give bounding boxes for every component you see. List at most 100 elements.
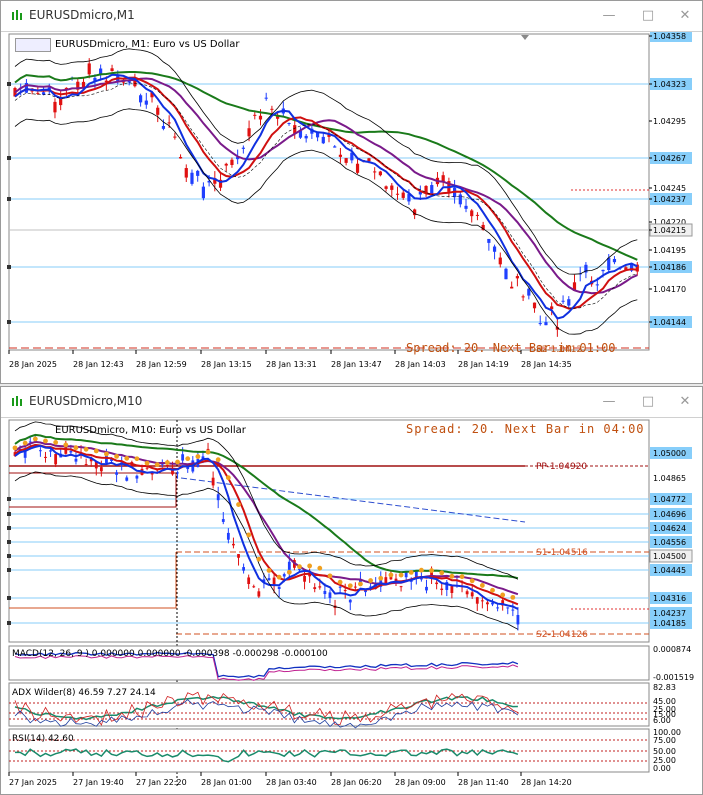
price-chart[interactable]: 1.04358 1.04323 1.04295 1.04267 1.04245 1.042… bbox=[1, 32, 702, 383]
parabolic-sar-dot bbox=[398, 572, 404, 578]
time-label: 28 Jan 12:59 bbox=[136, 360, 187, 369]
price-chart[interactable]: PP-1.04920S1-1.04516S2-1.041261.050301.0… bbox=[1, 418, 702, 794]
parabolic-sar-dot bbox=[73, 445, 79, 451]
candle-body bbox=[390, 185, 394, 190]
price-label: 1.04445 bbox=[653, 566, 686, 575]
level-marker bbox=[7, 320, 11, 324]
candle-body bbox=[480, 600, 484, 602]
candle-body bbox=[343, 590, 347, 592]
parabolic-sar-dot bbox=[307, 563, 313, 569]
candle-body bbox=[156, 107, 160, 115]
window-titlebar[interactable]: EURUSDmicro,M1 — □ ✕ bbox=[1, 1, 702, 32]
price-label: 1.04267 bbox=[653, 154, 686, 163]
candle-body bbox=[348, 599, 352, 603]
candle-body bbox=[353, 586, 357, 588]
parabolic-sar-dot bbox=[317, 565, 323, 571]
candle-body bbox=[257, 591, 261, 597]
window-title: EURUSDmicro,M1 bbox=[29, 8, 135, 22]
spread-info: Spread: 20. Next Bar in 01:00 bbox=[406, 341, 616, 355]
parabolic-sar-dot bbox=[53, 439, 59, 445]
parabolic-sar-dot bbox=[43, 438, 48, 444]
level-marker bbox=[7, 512, 11, 516]
parabolic-sar-dot bbox=[479, 583, 485, 588]
candle-body bbox=[384, 186, 388, 189]
candle-body bbox=[607, 257, 611, 271]
price-label: 1.04215 bbox=[653, 226, 686, 235]
candle-body bbox=[173, 136, 177, 138]
parabolic-sar-dot bbox=[429, 568, 434, 573]
candle-body bbox=[99, 467, 103, 472]
level-marker bbox=[7, 497, 11, 501]
candle-body bbox=[54, 454, 58, 465]
candle-body bbox=[232, 543, 235, 546]
candle-body bbox=[344, 158, 348, 163]
candle-body bbox=[145, 467, 149, 469]
candle-body bbox=[465, 591, 469, 595]
candle-body bbox=[166, 464, 169, 467]
s1-label: S1-1.04516 bbox=[536, 548, 588, 558]
parabolic-sar-dot bbox=[347, 583, 353, 589]
candle-body bbox=[470, 592, 474, 597]
parabolic-sar-dot bbox=[83, 446, 89, 452]
close-button[interactable]: ✕ bbox=[675, 393, 695, 411]
candle-body bbox=[318, 586, 322, 588]
candle-body bbox=[135, 475, 139, 479]
candle-body bbox=[139, 95, 143, 103]
maximize-button[interactable]: □ bbox=[638, 393, 658, 411]
level-marker bbox=[7, 568, 11, 572]
candle-body bbox=[538, 323, 542, 325]
candle-body bbox=[313, 587, 317, 590]
maximize-button[interactable]: □ bbox=[638, 7, 658, 25]
price-label: 1.04323 bbox=[653, 80, 686, 89]
macd-scale-label: 0.000874 bbox=[653, 645, 691, 654]
chart-window-m10[interactable]: EURUSDmicro,M10 — □ ✕ PP-1.04920 S1-1.045… bbox=[0, 386, 703, 795]
candle-body bbox=[125, 477, 129, 481]
candle-body bbox=[161, 126, 166, 129]
window-title: EURUSDmicro,M10 bbox=[29, 394, 143, 408]
time-label: 28 Jan 2025 bbox=[9, 360, 57, 369]
candle-body bbox=[224, 163, 228, 166]
candle-body bbox=[267, 578, 271, 581]
candle-body bbox=[399, 586, 403, 588]
minimize-button[interactable]: — bbox=[599, 393, 619, 411]
s2-label: S2-1.0412 bbox=[536, 345, 582, 355]
chart-window-m1[interactable]: EURUSDmicro,M1 — □ ✕ 1.04358 1.04323 1.042… bbox=[0, 0, 703, 384]
time-label: 28 Jan 14:20 bbox=[521, 778, 572, 787]
candle-body bbox=[450, 585, 454, 593]
parabolic-sar-dot bbox=[358, 581, 363, 587]
price-chart-area[interactable]: 1.04358 1.04323 1.04295 1.04267 1.04245 1.042… bbox=[1, 32, 702, 383]
candle-body bbox=[464, 205, 468, 209]
candle-body bbox=[323, 590, 327, 595]
candle-body bbox=[201, 186, 205, 199]
candle-body bbox=[216, 494, 220, 501]
level-marker bbox=[7, 596, 11, 600]
parabolic-sar-dot bbox=[205, 449, 211, 455]
parabolic-sar-dot bbox=[154, 462, 160, 468]
window-titlebar[interactable]: EURUSDmicro,M10 — □ ✕ bbox=[1, 387, 702, 418]
candle-body bbox=[115, 472, 118, 475]
time-label: 28 Jan 14:03 bbox=[395, 360, 446, 369]
chart-window-icon bbox=[12, 10, 22, 20]
adx-scale-label: 82.83 bbox=[653, 683, 676, 692]
candle-body bbox=[492, 246, 497, 252]
macd-label: MACD(12, 26, 9 ) 0.000000 0.000000 -0.00… bbox=[12, 649, 328, 659]
parabolic-sar-dot bbox=[114, 453, 119, 459]
price-chart-area[interactable]: PP-1.04920S1-1.04516S2-1.041261.050301.0… bbox=[1, 418, 702, 794]
minimize-button[interactable]: — bbox=[599, 7, 619, 25]
parabolic-sar-dot bbox=[459, 574, 465, 580]
candle-body bbox=[252, 586, 256, 588]
close-button[interactable]: ✕ bbox=[675, 7, 695, 25]
parabolic-sar-dot bbox=[134, 456, 140, 462]
chart-window-icon bbox=[12, 396, 22, 406]
candle-body bbox=[496, 607, 499, 609]
one-click-panel-icon[interactable] bbox=[15, 38, 51, 52]
candle-body bbox=[176, 472, 179, 474]
price-label: 1.04696 bbox=[653, 510, 686, 519]
level-marker bbox=[7, 526, 11, 530]
candle-body bbox=[425, 586, 428, 591]
price-label: 1.04237 bbox=[653, 609, 686, 618]
candle-body bbox=[367, 158, 371, 162]
parabolic-sar-dot bbox=[378, 575, 384, 581]
price-label: 1.04144 bbox=[653, 318, 686, 327]
parabolic-sar-dot bbox=[175, 459, 180, 465]
